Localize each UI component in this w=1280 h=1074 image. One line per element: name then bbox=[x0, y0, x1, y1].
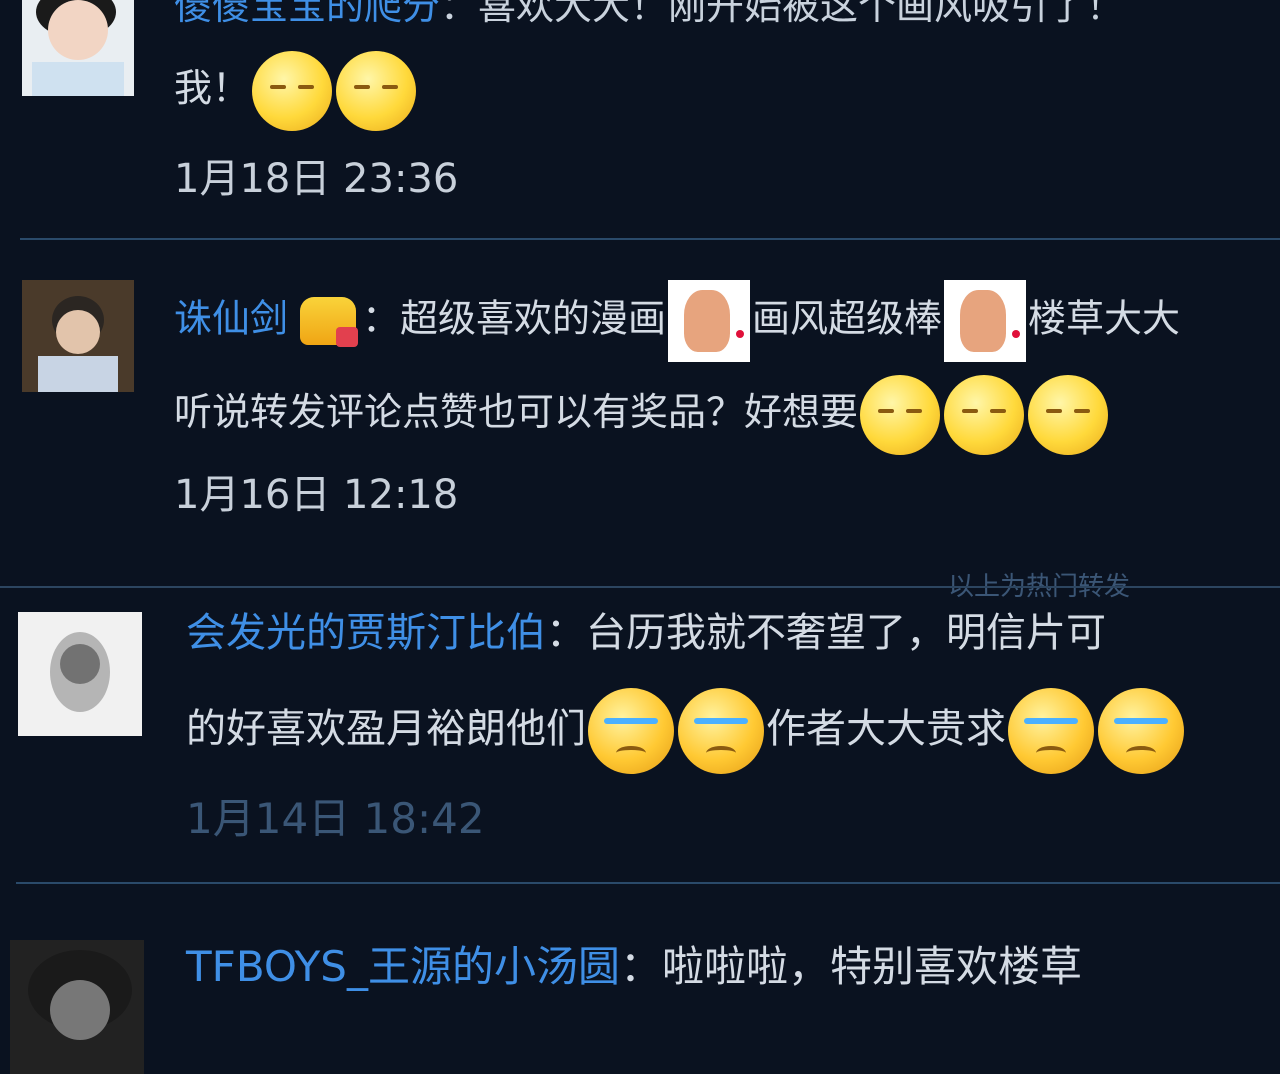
username-link[interactable]: 诛仙剑 bbox=[174, 297, 288, 341]
avatar-image bbox=[10, 940, 144, 1074]
sticker-icon bbox=[944, 280, 1027, 362]
crying-face-icon bbox=[1098, 688, 1184, 774]
shy-face-icon bbox=[336, 50, 417, 131]
comment-text-line1: 傻傻宝宝的爬分：喜欢大大！刚开始被这个画风吸引了！ bbox=[174, 0, 1124, 38]
comment-1: 傻傻宝宝的爬分：喜欢大大！刚开始被这个画风吸引了！ 我！ 1月18日 23:36 bbox=[0, 0, 1280, 238]
comment-text-line1: TFBOYS_王源的小汤圆：啦啦啦，特别喜欢楼草 bbox=[186, 942, 1082, 991]
username-link[interactable]: 会发光的贾斯汀比伯 bbox=[186, 610, 546, 656]
avatar[interactable] bbox=[22, 0, 134, 96]
avatar-image bbox=[22, 280, 134, 392]
avatar-image bbox=[18, 612, 142, 736]
comment-text-line2: 我！ bbox=[174, 48, 418, 131]
comment-text-line2: 的好喜欢盈月裕朗他们 作者大大贵求 bbox=[186, 684, 1186, 774]
comment-text-line1: 诛仙剑 ：超级喜欢的漫画 画风超级棒 楼草大大 bbox=[174, 280, 1180, 362]
crown-icon bbox=[300, 297, 359, 347]
avatar[interactable] bbox=[18, 612, 142, 736]
comment-3: 会发光的贾斯汀比伯：台历我就不奢望了，明信片可 的好喜欢盈月裕朗他们 作者大大贵求… bbox=[0, 588, 1280, 881]
crying-face-icon bbox=[1008, 688, 1094, 774]
comment-text-line1: 会发光的贾斯汀比伯：台历我就不奢望了，明信片可 bbox=[186, 610, 1106, 656]
avatar[interactable] bbox=[10, 940, 144, 1074]
sticker-icon bbox=[668, 280, 751, 362]
shy-face-icon bbox=[1028, 374, 1109, 455]
timestamp[interactable]: 1月18日 23:36 bbox=[174, 154, 458, 204]
shy-face-icon bbox=[252, 50, 333, 131]
comment-4: TFBOYS_王源的小汤圆：啦啦啦，特别喜欢楼草 bbox=[0, 884, 1280, 1074]
timestamp[interactable]: 1月14日 18:42 bbox=[186, 794, 485, 844]
shy-face-icon bbox=[860, 374, 941, 455]
avatar[interactable] bbox=[22, 280, 134, 392]
shy-face-icon bbox=[944, 374, 1025, 455]
username-link[interactable]: 傻傻宝宝的爬分 bbox=[174, 0, 440, 28]
crying-face-icon bbox=[678, 688, 764, 774]
username-link[interactable]: TFBOYS_王源的小汤圆 bbox=[186, 942, 620, 991]
comment-2: 诛仙剑 ：超级喜欢的漫画 画风超级棒 楼草大大 听说转发评论点赞也可以有奖品？好想要 … bbox=[0, 240, 1280, 585]
avatar-image bbox=[22, 0, 134, 96]
comment-text-line2: 听说转发评论点赞也可以有奖品？好想要 bbox=[174, 372, 1110, 455]
timestamp[interactable]: 1月16日 12:18 bbox=[174, 470, 458, 520]
crying-face-icon bbox=[588, 688, 674, 774]
